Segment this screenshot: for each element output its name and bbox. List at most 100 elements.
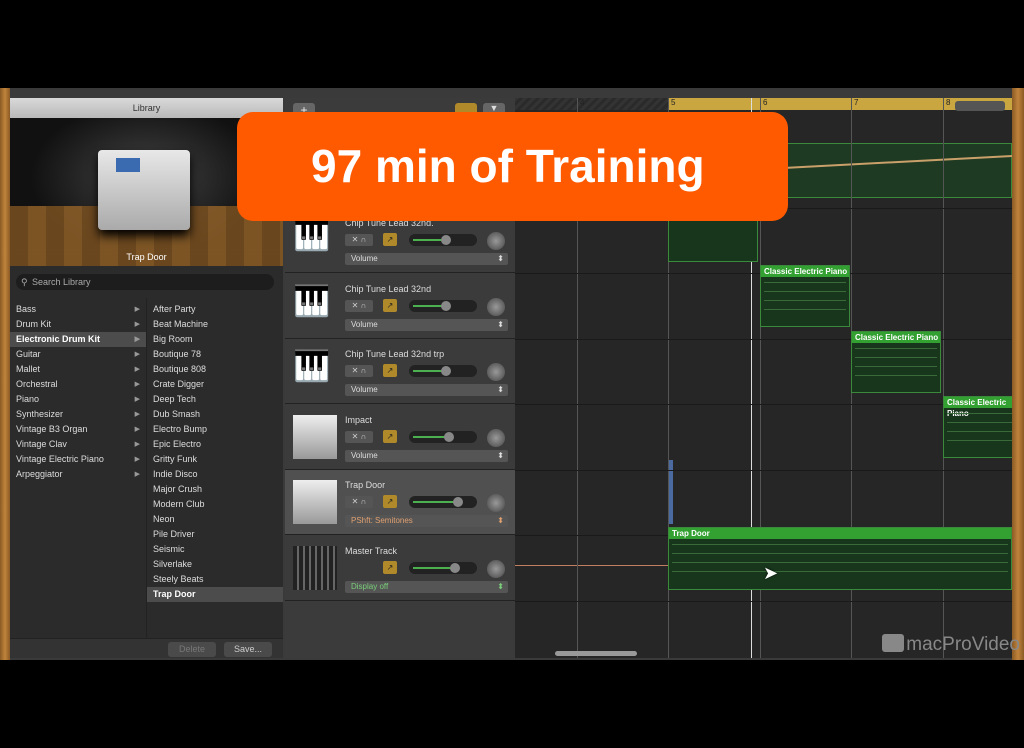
track-header[interactable]: Master Track ↗ Display off bbox=[285, 536, 515, 601]
chevron-right-icon: ▶ bbox=[134, 381, 140, 388]
region-classic-electric-piano[interactable]: Classic Electric Piano bbox=[943, 396, 1012, 458]
category-label: Synthesizer bbox=[16, 409, 64, 419]
save-button[interactable]: Save... bbox=[224, 642, 272, 657]
volume-slider[interactable] bbox=[409, 562, 477, 574]
category-label: Arpeggiator bbox=[16, 469, 63, 479]
patch-item[interactable]: Crate Digger bbox=[147, 377, 283, 392]
search-input[interactable]: ⚲ Search Library bbox=[16, 274, 274, 290]
automation-button[interactable]: ↗ bbox=[383, 364, 397, 377]
category-item[interactable]: Vintage Clav ▶ bbox=[10, 437, 146, 452]
track-lane-divider bbox=[515, 601, 1012, 602]
pan-knob[interactable] bbox=[487, 232, 505, 250]
volume-knob[interactable] bbox=[440, 301, 451, 311]
category-item[interactable]: Guitar ▶ bbox=[10, 347, 146, 362]
volume-knob[interactable] bbox=[452, 497, 463, 507]
mute-solo-buttons[interactable]: ✕ ∩ bbox=[345, 234, 373, 246]
pan-knob[interactable] bbox=[487, 494, 505, 512]
volume-slider[interactable] bbox=[409, 496, 477, 508]
category-item[interactable]: Vintage Electric Piano ▶ bbox=[10, 452, 146, 467]
category-item[interactable]: Bass ▶ bbox=[10, 302, 146, 317]
category-item[interactable]: Drum Kit ▶ bbox=[10, 317, 146, 332]
category-item[interactable]: Vintage B3 Organ ▶ bbox=[10, 422, 146, 437]
track-name: Chip Tune Lead 32nd bbox=[345, 284, 432, 294]
patch-item[interactable]: Major Crush bbox=[147, 482, 283, 497]
automation-button[interactable]: ↗ bbox=[383, 233, 397, 246]
category-label: Drum Kit bbox=[16, 319, 52, 329]
automation-button[interactable]: ↗ bbox=[383, 495, 397, 508]
mute-solo-buttons[interactable]: ✕ ∩ bbox=[345, 365, 373, 377]
pan-knob[interactable] bbox=[487, 298, 505, 316]
patch-item[interactable]: Pile Driver bbox=[147, 527, 283, 542]
patch-item[interactable]: Boutique 808 bbox=[147, 362, 283, 377]
patch-item[interactable]: Indie Disco bbox=[147, 467, 283, 482]
category-item[interactable]: Electronic Drum Kit ▶ bbox=[10, 332, 146, 347]
track-header[interactable]: 🎹 Chip Tune Lead 32nd trp ✕ ∩ ↗ Volume bbox=[285, 339, 515, 404]
volume-knob[interactable] bbox=[440, 235, 451, 245]
automation-parameter-select[interactable]: Volume bbox=[345, 384, 508, 396]
keyboard-icon: 🎹 bbox=[293, 219, 331, 252]
patch-item[interactable]: Modern Club bbox=[147, 497, 283, 512]
region-classic-electric-piano[interactable]: Classic Electric Piano bbox=[851, 331, 941, 393]
delete-button[interactable]: Delete bbox=[168, 642, 216, 657]
patch-item[interactable]: Silverlake bbox=[147, 557, 283, 572]
mute-solo-buttons[interactable]: ✕ ∩ bbox=[345, 431, 373, 443]
track-header[interactable]: Impact ✕ ∩ ↗ Volume bbox=[285, 405, 515, 470]
drum-machine-icon bbox=[293, 480, 337, 524]
automation-parameter-select[interactable]: Volume bbox=[345, 319, 508, 331]
volume-knob[interactable] bbox=[443, 432, 454, 442]
volume-slider[interactable] bbox=[409, 234, 477, 246]
patch-item[interactable]: Big Room bbox=[147, 332, 283, 347]
patch-item[interactable]: Seismic bbox=[147, 542, 283, 557]
patch-item[interactable]: Electro Bump bbox=[147, 422, 283, 437]
volume-knob[interactable] bbox=[440, 366, 451, 376]
volume-slider[interactable] bbox=[409, 300, 477, 312]
category-item[interactable]: Mallet ▶ bbox=[10, 362, 146, 377]
category-list: Bass ▶ Drum Kit ▶ Electronic Drum Kit ▶ Guitar… bbox=[10, 302, 146, 482]
volume-knob[interactable] bbox=[449, 563, 460, 573]
automation-button[interactable]: ↗ bbox=[383, 430, 397, 443]
automation-parameter-select[interactable]: PShft: Semitones bbox=[345, 515, 508, 527]
chevron-right-icon: ▶ bbox=[134, 321, 140, 328]
volume-slider[interactable] bbox=[409, 431, 477, 443]
region-classic-electric-piano[interactable]: Classic Electric Piano bbox=[760, 265, 850, 327]
patch-item[interactable]: After Party bbox=[147, 302, 283, 317]
patch-item[interactable]: Dub Smash bbox=[147, 407, 283, 422]
track-header[interactable]: Trap Door ✕ ∩ ↗ PShft: Semitones bbox=[285, 470, 515, 535]
automation-parameter-select[interactable]: Volume bbox=[345, 253, 508, 265]
patch-item[interactable]: Gritty Funk bbox=[147, 452, 283, 467]
category-item[interactable]: Orchestral ▶ bbox=[10, 377, 146, 392]
automation-button[interactable]: ↗ bbox=[383, 299, 397, 312]
patch-item[interactable]: Steely Beats bbox=[147, 572, 283, 587]
region-title: Classic Electric Piano bbox=[761, 266, 849, 277]
automation-parameter-select[interactable]: Display off bbox=[345, 581, 508, 593]
zoom-slider[interactable] bbox=[955, 101, 1005, 111]
chevron-right-icon: ▶ bbox=[134, 336, 140, 343]
note-line bbox=[672, 571, 1008, 572]
patch-item[interactable]: Epic Electro bbox=[147, 437, 283, 452]
patch-list: After Party Beat Machine Big Room Boutique … bbox=[147, 302, 283, 602]
patch-item[interactable]: Boutique 78 bbox=[147, 347, 283, 362]
category-item[interactable]: Synthesizer ▶ bbox=[10, 407, 146, 422]
watermark-text: macProVideo bbox=[906, 634, 1020, 655]
patch-item[interactable]: Beat Machine bbox=[147, 317, 283, 332]
track-lane-divider bbox=[515, 470, 1012, 471]
note-line bbox=[947, 440, 1012, 441]
patch-item[interactable]: Neon bbox=[147, 512, 283, 527]
category-item[interactable]: Piano ▶ bbox=[10, 392, 146, 407]
category-item[interactable]: Arpeggiator ▶ bbox=[10, 467, 146, 482]
chevron-right-icon: ▶ bbox=[134, 411, 140, 418]
volume-slider[interactable] bbox=[409, 365, 477, 377]
pan-knob[interactable] bbox=[487, 560, 505, 578]
horizontal-scrollbar[interactable] bbox=[555, 651, 637, 656]
region-title: Trap Door bbox=[669, 528, 1011, 539]
pan-knob[interactable] bbox=[487, 429, 505, 447]
automation-parameter-select[interactable]: Volume bbox=[345, 450, 508, 462]
region-trap-door[interactable]: Trap Door bbox=[668, 527, 1012, 590]
patch-item[interactable]: Trap Door bbox=[147, 587, 283, 602]
automation-button[interactable]: ↗ bbox=[383, 561, 397, 574]
pan-knob[interactable] bbox=[487, 363, 505, 381]
mute-solo-buttons[interactable]: ✕ ∩ bbox=[345, 496, 373, 508]
patch-item[interactable]: Deep Tech bbox=[147, 392, 283, 407]
track-header[interactable]: 🎹 Chip Tune Lead 32nd ✕ ∩ ↗ Volume bbox=[285, 274, 515, 339]
mute-solo-buttons[interactable]: ✕ ∩ bbox=[345, 300, 373, 312]
